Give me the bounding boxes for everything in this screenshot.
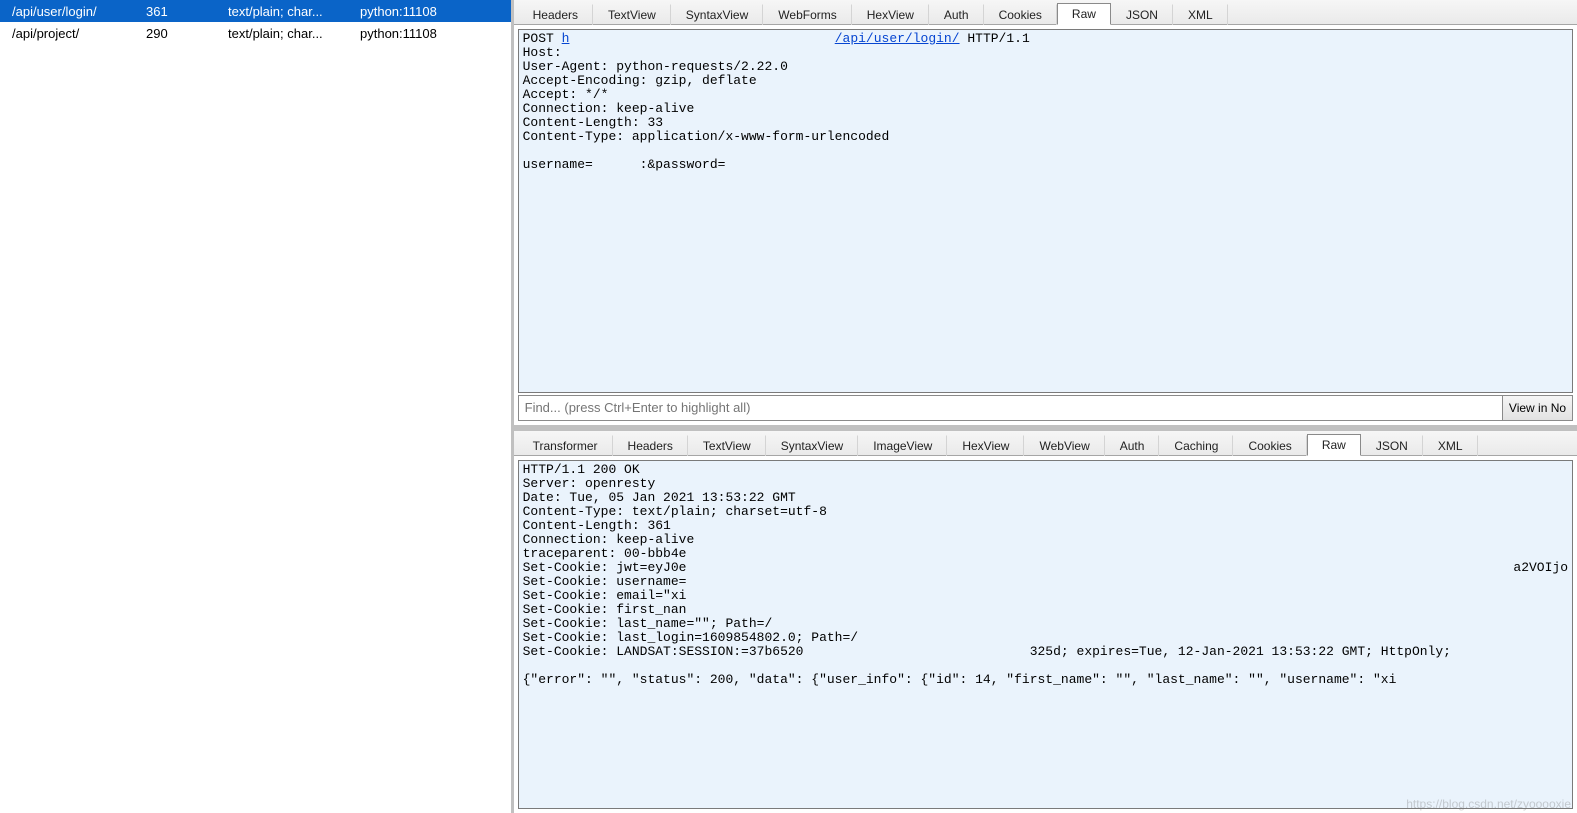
tab-syntaxview[interactable]: SyntaxView [671,4,763,25]
session-row[interactable]: /api/project/ 290 text/plain; char... py… [0,22,511,44]
request-url-link-left[interactable]: h [562,31,570,46]
tab-caching[interactable]: Caching [1159,435,1233,456]
tab-hexview[interactable]: HexView [852,4,929,25]
request-method: POST [523,31,554,46]
sessions-list[interactable]: /api/user/login/ 361 text/plain; char...… [0,0,514,813]
session-size: 290 [146,26,224,41]
session-row[interactable]: /api/user/login/ 361 text/plain; char...… [0,0,511,22]
tab-imageview[interactable]: ImageView [858,435,947,456]
tab-json[interactable]: JSON [1361,435,1423,456]
tab-auth[interactable]: Auth [929,4,984,25]
tab-headers[interactable]: Headers [613,435,688,456]
tab-textview[interactable]: TextView [688,435,766,456]
request-http-version: HTTP/1.1 [960,31,1030,46]
tab-cookies[interactable]: Cookies [984,4,1057,25]
tab-hexview[interactable]: HexView [947,435,1024,456]
tab-transformer[interactable]: Transformer [518,435,613,456]
session-size: 361 [146,4,224,19]
session-url: /api/project/ [12,26,142,41]
tab-xml[interactable]: XML [1423,435,1478,456]
request-raw-pane[interactable]: POST h /api/user/login/ HTTP/1.1 Host: U… [518,29,1573,393]
tab-xml[interactable]: XML [1173,4,1228,25]
tab-json[interactable]: JSON [1111,4,1173,25]
tab-webview[interactable]: WebView [1024,435,1104,456]
session-process: python:11108 [360,26,480,41]
tab-auth[interactable]: Auth [1105,435,1160,456]
response-tabstrip: Transformer Headers TextView SyntaxView … [514,431,1577,456]
tab-webforms[interactable]: WebForms [763,4,851,25]
tab-headers[interactable]: Headers [518,4,593,25]
view-in-notepad-button[interactable]: View in No [1502,396,1572,420]
session-url: /api/user/login/ [12,4,142,19]
session-process: python:11108 [360,4,480,19]
session-content-type: text/plain; char... [228,26,356,41]
request-headers-block: Host: User-Agent: python-requests/2.22.0… [523,45,890,172]
request-url-link-right[interactable]: /api/user/login/ [835,31,960,46]
session-content-type: text/plain; char... [228,4,356,19]
find-bar: View in No [518,395,1573,421]
tab-raw[interactable]: Raw [1307,434,1361,456]
response-raw-pane[interactable]: HTTP/1.1 200 OK Server: openresty Date: … [518,460,1573,810]
request-tabstrip: Headers TextView SyntaxView WebForms Hex… [514,0,1577,25]
tab-raw[interactable]: Raw [1057,3,1111,25]
tab-syntaxview[interactable]: SyntaxView [766,435,858,456]
find-input[interactable] [519,396,1502,420]
tab-textview[interactable]: TextView [593,4,671,25]
tab-cookies[interactable]: Cookies [1233,435,1306,456]
